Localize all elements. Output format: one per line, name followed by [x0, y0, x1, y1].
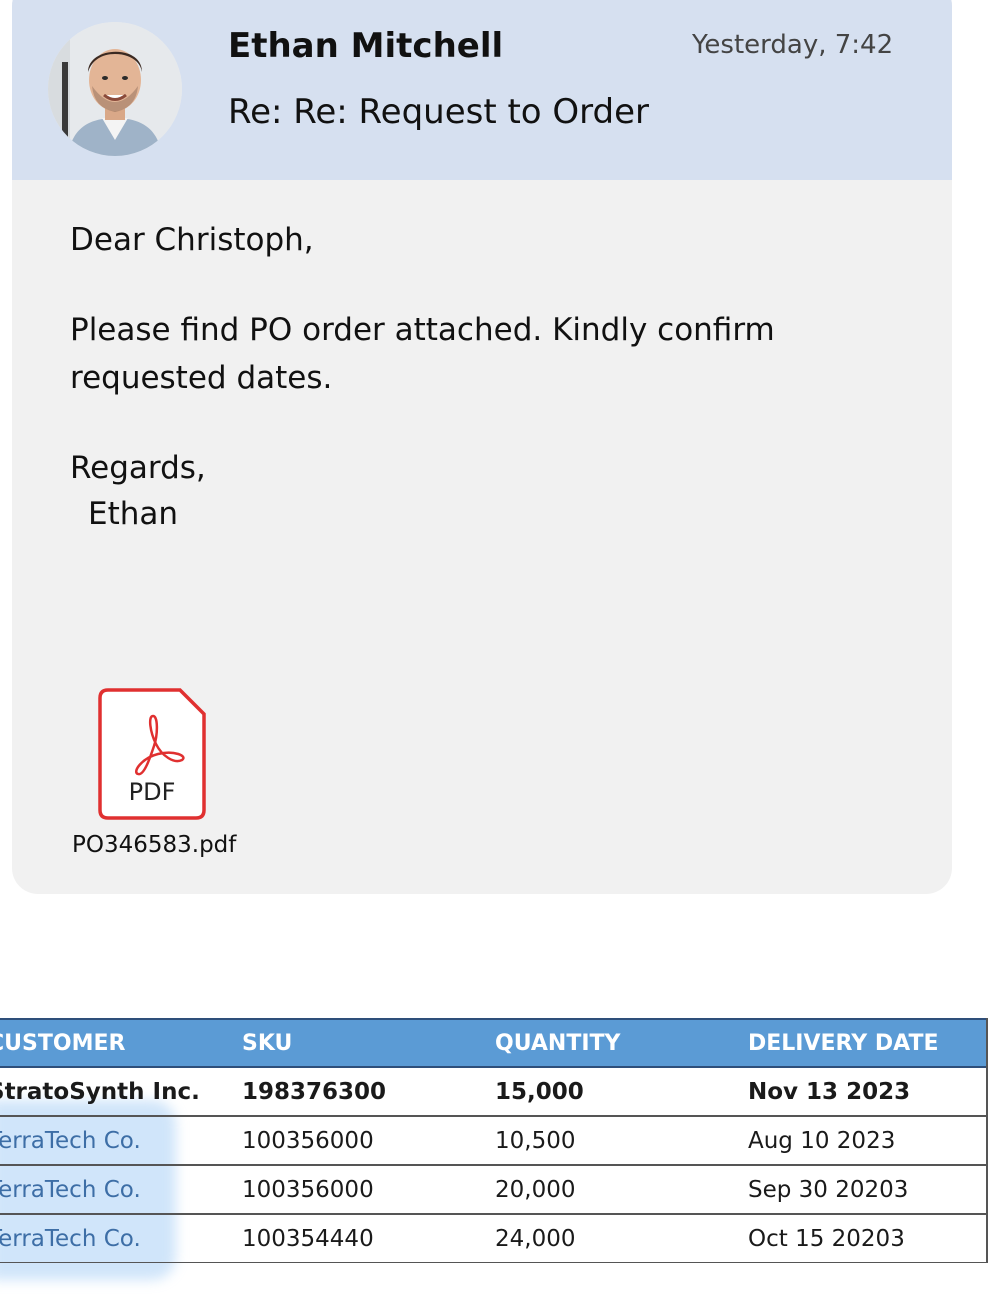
cell-quantity: 15,000: [495, 1067, 748, 1117]
avatar[interactable]: [48, 22, 182, 156]
cell-customer: TerraTech Co.: [0, 1165, 242, 1215]
pdf-attachment[interactable]: PDF PO346583.pdf: [72, 688, 238, 868]
cell-sku: 100354440: [242, 1214, 495, 1263]
column-header-sku[interactable]: SKU: [242, 1018, 495, 1068]
table-row[interactable]: TerraTech Co. 100356000 10,500 Aug 10 20…: [0, 1116, 988, 1166]
cell-quantity: 10,500: [495, 1116, 748, 1166]
attachment-file-name[interactable]: PO346583.pdf: [72, 832, 236, 858]
table-border: [986, 1018, 988, 1263]
cell-customer: StratoSynth Inc.: [0, 1067, 242, 1117]
cell-customer: TerraTech Co.: [0, 1116, 242, 1166]
cell-delivery-date: Nov 13 2023: [748, 1067, 988, 1117]
table-row[interactable]: TerraTech Co. 100356000 20,000 Sep 30 20…: [0, 1165, 988, 1215]
avatar-photo: [48, 22, 182, 156]
email-signoff: Regards,: [70, 450, 206, 486]
email-timestamp: Yesterday, 7:42: [692, 30, 894, 60]
cell-delivery-date: Sep 30 20203: [748, 1165, 988, 1215]
cell-sku: 100356000: [242, 1116, 495, 1166]
email-message-card: Ethan Mitchell Re: Re: Request to Order …: [12, 0, 952, 894]
orders-table: CUSTOMER SKU QUANTITY DELIVERY DATE Stra…: [0, 1018, 988, 1263]
pdf-icon-label: PDF: [129, 778, 176, 806]
email-body-line: Please find PO order attached. Kindly co…: [70, 312, 775, 348]
cell-delivery-date: Aug 10 2023: [748, 1116, 988, 1166]
table-header-row: CUSTOMER SKU QUANTITY DELIVERY DATE: [0, 1018, 988, 1068]
pdf-file-icon: PDF: [98, 688, 206, 820]
cell-delivery-date: Oct 15 20203: [748, 1214, 988, 1263]
column-header-quantity[interactable]: QUANTITY: [495, 1018, 748, 1068]
table-row[interactable]: StratoSynth Inc. 198376300 15,000 Nov 13…: [0, 1067, 988, 1117]
cell-sku: 100356000: [242, 1165, 495, 1215]
email-signature: Ethan: [88, 496, 179, 532]
email-body-line: requested dates.: [70, 360, 333, 396]
sender-name: Ethan Mitchell: [228, 26, 504, 66]
cell-customer: TerraTech Co.: [0, 1214, 242, 1263]
cell-sku: 198376300: [242, 1067, 495, 1117]
table-row[interactable]: TerraTech Co. 100354440 24,000 Oct 15 20…: [0, 1214, 988, 1263]
cell-quantity: 20,000: [495, 1165, 748, 1215]
column-header-customer[interactable]: CUSTOMER: [0, 1018, 242, 1068]
email-header: Ethan Mitchell Re: Re: Request to Order …: [12, 0, 952, 180]
cell-quantity: 24,000: [495, 1214, 748, 1263]
email-subject: Re: Re: Request to Order: [228, 92, 650, 132]
email-greeting: Dear Christoph,: [70, 222, 314, 258]
column-header-delivery-date[interactable]: DELIVERY DATE: [748, 1018, 988, 1068]
